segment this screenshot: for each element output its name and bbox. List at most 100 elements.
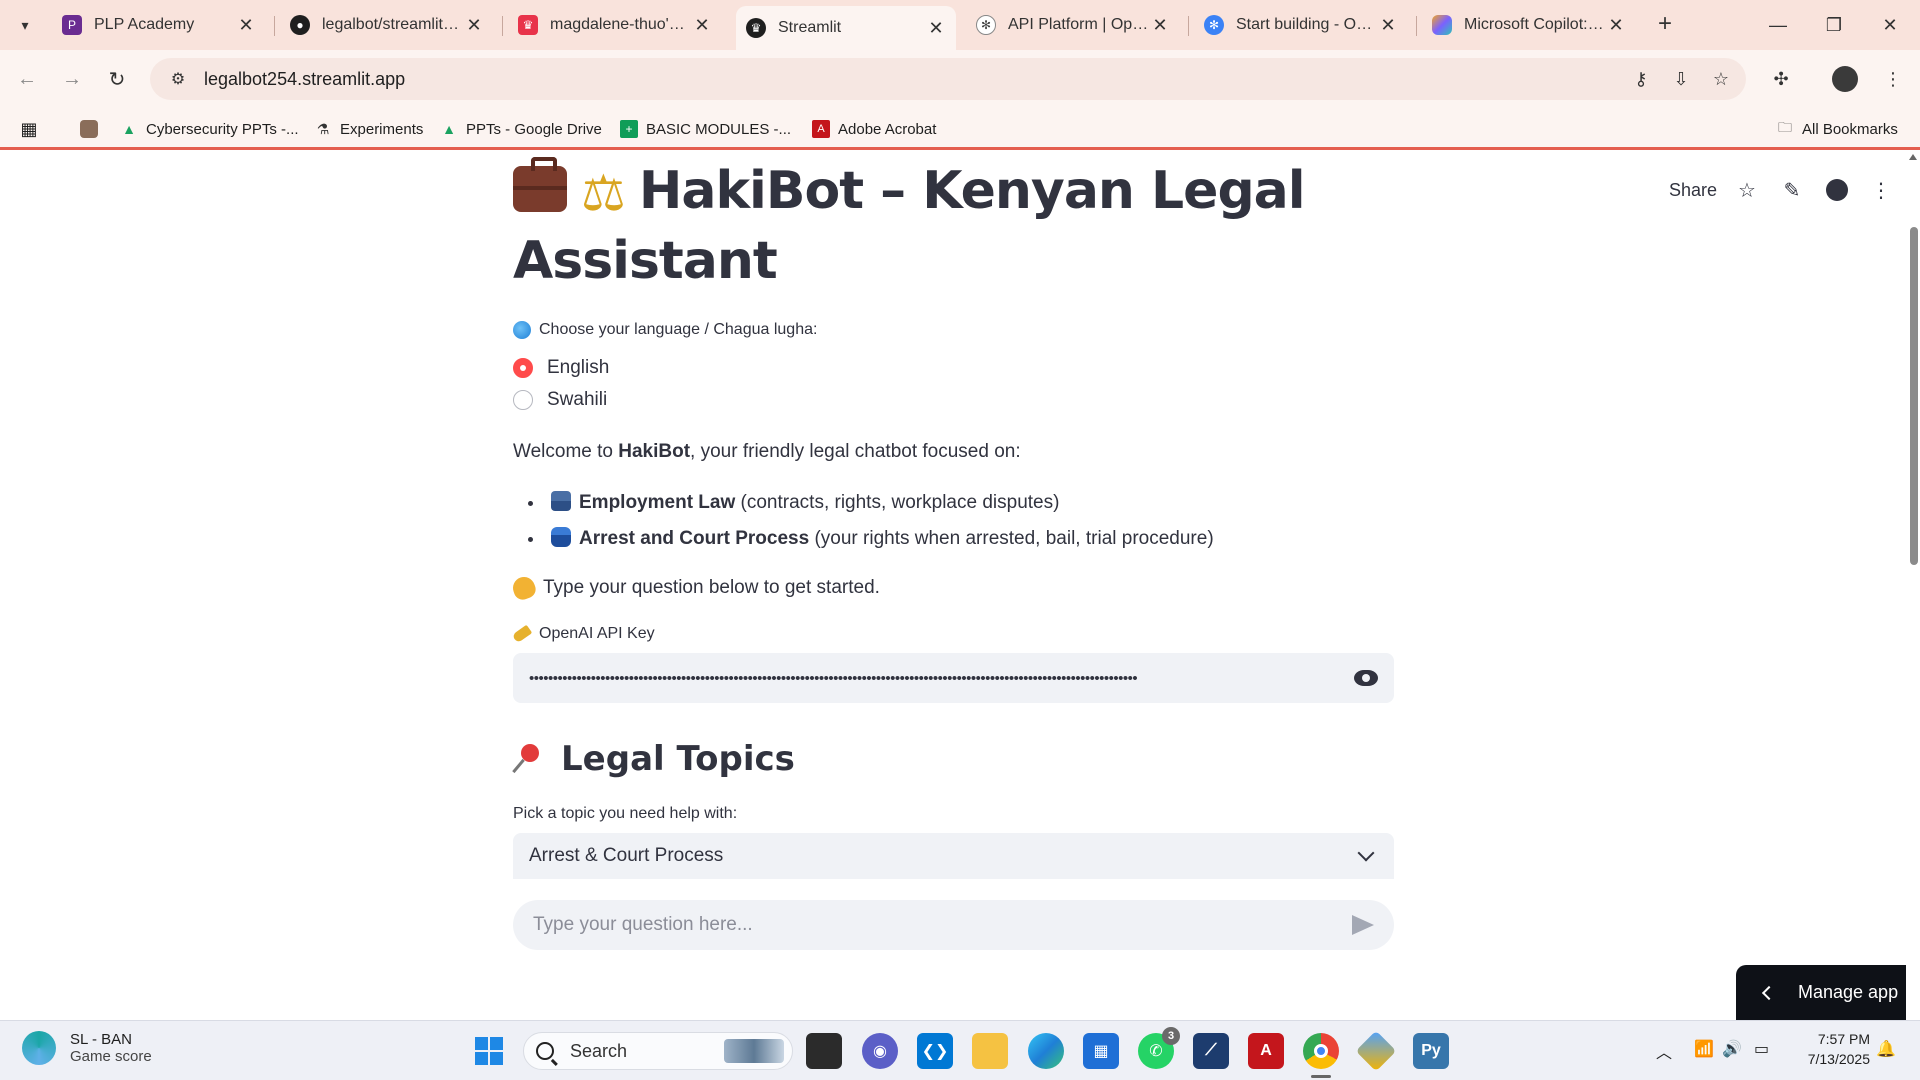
page-title: ⚖ HakiBot – Kenyan Legal Assistant: [513, 157, 1306, 291]
tab-github[interactable]: ● legalbot/streamlit_app ✕: [280, 8, 494, 42]
all-bookmarks[interactable]: 🗀 All Bookmarks: [1776, 116, 1898, 142]
briefcase-icon: [513, 157, 567, 212]
vscode-icon[interactable]: ❮❯: [917, 1033, 953, 1069]
tab-streamlit[interactable]: ♛ Streamlit ✕: [736, 6, 956, 50]
streamlit-icon: ♛: [746, 18, 766, 38]
close-icon[interactable]: ✕: [236, 15, 256, 36]
close-icon[interactable]: ✕: [464, 15, 484, 36]
whatsapp-icon[interactable]: ✆ 3: [1138, 1027, 1180, 1069]
edit-pencil-icon[interactable]: ✎: [1779, 177, 1805, 203]
taskbar-search[interactable]: Search: [523, 1032, 793, 1070]
windows-start-icon[interactable]: [471, 1033, 507, 1069]
send-icon[interactable]: [1352, 915, 1374, 935]
extensions-icon[interactable]: ✣: [1766, 64, 1796, 94]
scales-icon: ⚖: [581, 164, 626, 222]
github-icon: ●: [290, 15, 310, 35]
share-button[interactable]: Share: [1669, 180, 1717, 201]
get-started-text: Type your question below to get started.: [509, 573, 1394, 603]
volume-icon[interactable]: 🔊: [1722, 1039, 1742, 1059]
tab-separator: [1188, 16, 1189, 36]
back-button[interactable]: ←: [12, 64, 42, 94]
password-key-icon[interactable]: ⚷: [1626, 64, 1656, 94]
close-icon[interactable]: ✕: [1606, 15, 1626, 36]
battery-icon[interactable]: ▭: [1754, 1039, 1769, 1059]
bookmark-ppts-drive[interactable]: ▲ PPTs - Google Drive: [440, 116, 602, 142]
star-icon[interactable]: ☆: [1734, 177, 1760, 203]
address-bar[interactable]: ⚙ legalbot254.streamlit.app ⚷ ⇩ ☆: [150, 58, 1746, 100]
bookmark-experiments[interactable]: ⚗ Experiments: [314, 116, 424, 142]
manage-app-button[interactable]: Manage app: [1736, 965, 1920, 1020]
windows-taskbar: SL - BAN Game score Search ◉ ❮❯ ▦ ✆ 3 ⟋ A…: [0, 1020, 1920, 1080]
bookmark-star-icon[interactable]: ☆: [1706, 64, 1736, 94]
tab-plp-academy[interactable]: P PLP Academy ✕: [52, 8, 266, 42]
profile-avatar[interactable]: [1830, 64, 1860, 94]
tab-start-building[interactable]: ✻ Start building - OpenAI ✕: [1194, 8, 1408, 42]
main-column: ⚖ HakiBot – Kenyan Legal Assistant Choose…: [509, 153, 1394, 879]
dev-tool-icon[interactable]: ⟋: [1193, 1033, 1229, 1069]
edge-icon[interactable]: [1028, 1033, 1064, 1069]
arrow-left-icon: ←: [17, 67, 37, 90]
tab-copilot[interactable]: Microsoft Copilot: Your AI ✕: [1422, 8, 1636, 42]
python-icon[interactable]: Py: [1413, 1033, 1449, 1069]
bookmark-basic-modules[interactable]: + BASIC MODULES -...: [620, 116, 791, 142]
openai-icon: ✻: [976, 15, 996, 35]
forward-button[interactable]: →: [57, 64, 87, 94]
minimize-icon[interactable]: —: [1750, 0, 1806, 50]
welcome-text: Welcome to HakiBot, your friendly legal …: [513, 441, 1021, 462]
tab-strip: ▾ P PLP Academy ✕ ● legalbot/streamlit_a…: [0, 0, 1920, 50]
tab-api-platform[interactable]: ✻ API Platform | OpenAI ✕: [966, 8, 1180, 42]
focus-topics-list: Employment Law (contracts, rights, workp…: [513, 485, 1394, 557]
key-icon: [511, 624, 533, 644]
police-car-icon: [551, 527, 571, 547]
install-app-icon[interactable]: ⇩: [1666, 64, 1696, 94]
eye-icon[interactable]: [1354, 670, 1378, 686]
teams-chat-icon[interactable]: ◉: [862, 1033, 898, 1069]
scroll-up-icon[interactable]: [1909, 154, 1917, 160]
flask-icon: ⚗: [316, 120, 330, 137]
close-icon[interactable]: ✕: [1150, 15, 1170, 36]
url-text[interactable]: legalbot254.streamlit.app: [204, 69, 405, 90]
radio-unselected-icon[interactable]: [513, 390, 533, 410]
notification-bell-icon[interactable]: 🔔: [1876, 1039, 1896, 1059]
topic-select[interactable]: Arrest & Court Process: [513, 833, 1394, 879]
bookmark-cybersecurity[interactable]: ▲ Cybersecurity PPTs -...: [120, 116, 298, 142]
chevron-down-icon[interactable]: [1357, 844, 1375, 862]
kebab-menu-icon[interactable]: ⋮: [1868, 177, 1894, 203]
radio-swahili[interactable]: Swahili: [513, 385, 1394, 415]
weather-widget[interactable]: SL - BAN Game score: [22, 1031, 152, 1065]
bookmark-profile[interactable]: [80, 116, 106, 142]
api-key-input[interactable]: ••••••••••••••••••••••••••••••••••••••••…: [513, 653, 1394, 703]
chat-input[interactable]: Type your question here...: [513, 900, 1394, 950]
streamlit-app: Share ☆ ✎ ⋮ ⚖ HakiBot – Kenyan Legal Assi…: [0, 153, 1920, 1020]
close-icon[interactable]: ✕: [926, 18, 946, 39]
acrobat-icon[interactable]: A: [1248, 1033, 1284, 1069]
task-view-icon[interactable]: [806, 1033, 842, 1069]
wifi-icon[interactable]: 📶: [1694, 1039, 1714, 1059]
chrome-icon[interactable]: [1303, 1033, 1339, 1069]
more-menu-icon[interactable]: ⋮: [1878, 64, 1908, 94]
close-icon[interactable]: ✕: [1378, 15, 1398, 36]
new-tab-button[interactable]: +: [1650, 10, 1680, 40]
file-explorer-icon[interactable]: [972, 1033, 1008, 1069]
gemini-app-icon[interactable]: [1355, 1030, 1397, 1072]
tab-search-button[interactable]: ▾: [10, 10, 40, 40]
window-close-icon[interactable]: ✕: [1862, 0, 1918, 50]
github-icon[interactable]: [1824, 177, 1850, 203]
site-info-icon[interactable]: ⚙: [158, 69, 198, 89]
microsoft-store-icon[interactable]: ▦: [1083, 1033, 1119, 1069]
acrobat-icon: A: [812, 120, 830, 138]
radio-selected-icon[interactable]: [513, 358, 533, 378]
radio-english[interactable]: English: [513, 353, 1394, 383]
scrollbar-thumb[interactable]: [1910, 227, 1918, 565]
bookmarks-bar: ▦ ▲ Cybersecurity PPTs -... ⚗ Experiments …: [0, 108, 1920, 150]
tab-magdalene-app[interactable]: ♛ magdalene-thuo's app ✕: [508, 8, 722, 42]
bookmark-adobe-acrobat[interactable]: A Adobe Acrobat: [812, 116, 936, 142]
restore-icon[interactable]: ❐: [1806, 0, 1862, 50]
tray-chevron-up-icon[interactable]: ︿: [1656, 1039, 1672, 1063]
active-app-indicator: [1311, 1075, 1331, 1078]
reload-button[interactable]: ↻: [102, 64, 132, 94]
apps-grid-icon[interactable]: ▦: [20, 116, 46, 142]
close-icon[interactable]: ✕: [692, 15, 712, 36]
clock[interactable]: 7:57 PM 7/13/2025: [1790, 1029, 1870, 1069]
plp-icon: P: [62, 15, 82, 35]
